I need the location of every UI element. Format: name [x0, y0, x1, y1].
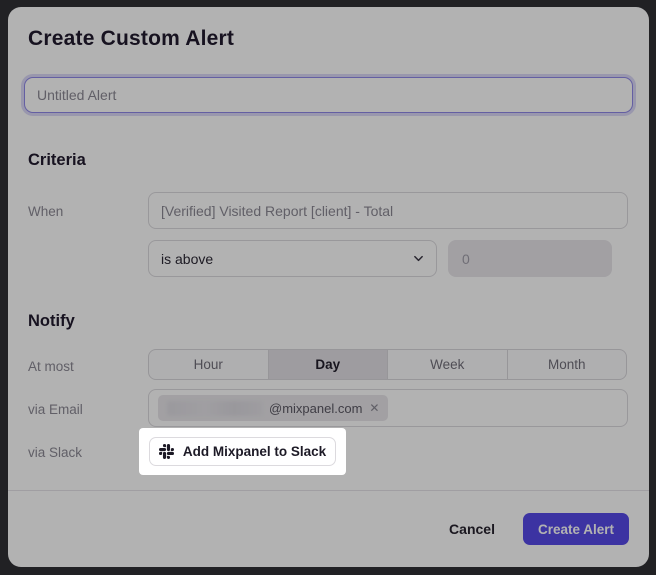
- email-recipients-field[interactable]: @mixpanel.com ✕: [148, 389, 628, 427]
- slack-icon: [159, 444, 174, 459]
- create-alert-button[interactable]: Create Alert: [523, 513, 629, 545]
- metric-placeholder: [Verified] Visited Report [client] - Tot…: [161, 203, 393, 219]
- threshold-input[interactable]: [448, 240, 612, 277]
- email-chip-text: @mixpanel.com: [269, 401, 362, 416]
- frequency-segmented-control: Hour Day Week Month: [148, 349, 627, 380]
- create-custom-alert-modal: Create Custom Alert Criteria When [Verif…: [8, 7, 649, 567]
- metric-select-field[interactable]: [Verified] Visited Report [client] - Tot…: [148, 192, 628, 229]
- frequency-option-month[interactable]: Month: [507, 350, 627, 379]
- notify-heading: Notify: [28, 312, 75, 331]
- frequency-option-week[interactable]: Week: [387, 350, 507, 379]
- slack-button-spotlight: Add Mixpanel to Slack: [139, 428, 346, 475]
- email-chip: @mixpanel.com ✕: [158, 395, 388, 421]
- chevron-down-icon: [413, 253, 424, 264]
- via-email-label: via Email: [28, 402, 83, 417]
- cancel-button[interactable]: Cancel: [443, 520, 501, 538]
- modal-footer: Cancel Create Alert: [8, 491, 649, 567]
- slack-button-label: Add Mixpanel to Slack: [183, 444, 326, 459]
- redacted-email-name: [167, 401, 263, 416]
- at-most-label: At most: [28, 359, 74, 374]
- when-label: When: [28, 204, 63, 219]
- modal-title: Create Custom Alert: [28, 27, 234, 51]
- criteria-heading: Criteria: [28, 151, 86, 170]
- condition-value: is above: [161, 251, 213, 267]
- remove-email-icon[interactable]: ✕: [369, 402, 379, 414]
- via-slack-label: via Slack: [28, 445, 82, 460]
- frequency-option-day[interactable]: Day: [268, 350, 388, 379]
- frequency-option-hour[interactable]: Hour: [149, 350, 268, 379]
- alert-name-input[interactable]: [24, 77, 633, 113]
- add-mixpanel-to-slack-button[interactable]: Add Mixpanel to Slack: [149, 437, 336, 466]
- condition-dropdown[interactable]: is above: [148, 240, 437, 277]
